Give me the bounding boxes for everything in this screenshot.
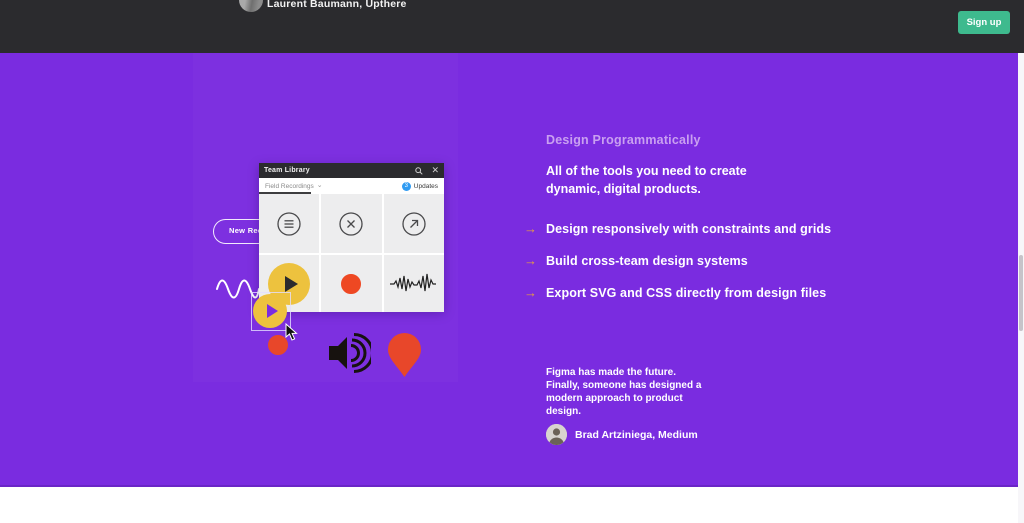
testimonial-attribution: Laurent Baumann, Upthere	[267, 0, 407, 10]
grid-cell-waveform[interactable]	[384, 255, 444, 312]
feature-item: → Build cross-team design systems	[524, 253, 831, 268]
scrollbar-track[interactable]	[1018, 53, 1024, 523]
location-pin-icon[interactable]	[388, 333, 421, 378]
grid-cell-record[interactable]	[321, 255, 381, 312]
menu-circle-icon	[276, 211, 302, 237]
mouse-cursor-icon	[285, 323, 299, 341]
x-circle-icon	[338, 211, 364, 237]
avatar	[546, 424, 567, 445]
feature-text: Export SVG and CSS directly from design …	[546, 286, 826, 300]
speaker-icon[interactable]	[327, 333, 371, 373]
feature-text: Design responsively with constraints and…	[546, 222, 831, 236]
testimonial-quote: Figma has made the future. Finally, some…	[546, 366, 706, 418]
feature-item: → Export SVG and CSS directly from desig…	[524, 285, 831, 300]
arrow-right-icon: →	[524, 221, 546, 236]
chevron-down-icon[interactable]: ⌄	[317, 184, 323, 188]
arrow-up-right-circle-icon	[401, 211, 427, 237]
quote-attribution: Brad Artziniega, Medium	[575, 429, 698, 441]
panel-header[interactable]: Team Library ✕	[259, 163, 444, 178]
avatar	[239, 0, 263, 12]
top-bar: Laurent Baumann, Upthere Sign up	[0, 0, 1024, 53]
grid-cell-menu[interactable]	[259, 194, 319, 253]
dragged-play-icon[interactable]	[253, 294, 287, 328]
page: Laurent Baumann, Upthere Sign up New Rec…	[0, 0, 1024, 523]
grid-cell-share[interactable]	[384, 194, 444, 253]
feature-list: → Design responsively with constraints a…	[524, 221, 831, 300]
sign-up-button[interactable]: Sign up	[958, 11, 1010, 34]
waveform-icon	[390, 270, 438, 298]
tab-field-recordings[interactable]: Field Recordings	[265, 183, 314, 190]
search-icon[interactable]	[415, 167, 423, 175]
feature-text: Build cross-team design systems	[546, 254, 748, 268]
panel-title: Team Library	[264, 167, 408, 174]
arrow-right-icon: →	[524, 285, 546, 300]
active-tab-underline	[259, 192, 311, 194]
scrollbar-thumb[interactable]	[1019, 255, 1023, 331]
panel-tab-row: Field Recordings ⌄ 3 Updates	[259, 178, 444, 194]
testimonial-byline: Brad Artziniega, Medium	[546, 424, 698, 445]
next-section	[0, 487, 1024, 523]
record-button-icon	[341, 274, 361, 294]
section-eyebrow: Design Programmatically	[546, 133, 701, 147]
section-intro: All of the tools you need to create dyna…	[546, 162, 778, 198]
close-icon[interactable]: ✕	[431, 166, 439, 175]
arrow-right-icon: →	[524, 253, 546, 268]
updates-count-badge: 3	[402, 182, 411, 191]
updates-label[interactable]: Updates	[414, 183, 438, 190]
grid-cell-close[interactable]	[321, 194, 381, 253]
feature-section: New Recording Team Library ✕ Field Recor…	[0, 53, 1024, 487]
team-library-panel: Team Library ✕ Field Recordings ⌄ 3 Upda…	[259, 163, 444, 310]
feature-item: → Design responsively with constraints a…	[524, 221, 831, 236]
